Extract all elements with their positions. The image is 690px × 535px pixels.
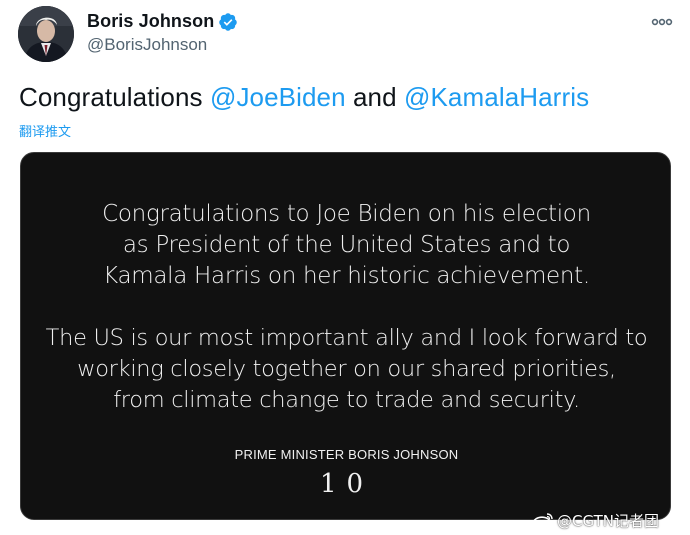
statement-line: working closely together on our shared p…	[77, 356, 616, 382]
mention-joebiden-link[interactable]: @JoeBiden	[210, 82, 346, 112]
tweet-text-part: and	[345, 82, 404, 112]
statement-line: The US is our most important ally and I …	[45, 325, 648, 351]
mention-kamalaharris-link[interactable]: @KamalaHarris	[404, 82, 589, 112]
tweet-text: Congratulations @JoeBiden and @KamalaHar…	[19, 82, 589, 113]
statement-line: as President of the United States and to	[122, 232, 571, 258]
tweet-media-image[interactable]: Congratulations to Joe Biden on his elec…	[20, 152, 671, 520]
author-name-row: Boris Johnson	[87, 11, 238, 32]
translate-tweet-link[interactable]: 翻译推文	[19, 121, 71, 140]
statement-paragraph-1: Congratulations to Joe Biden on his elec…	[21, 199, 672, 292]
verified-badge-icon	[218, 12, 238, 32]
author-display-name[interactable]: Boris Johnson	[87, 11, 214, 32]
weibo-icon	[532, 512, 553, 530]
avatar[interactable]	[18, 6, 74, 62]
statement-line: Kamala Harris on her historic achievemen…	[103, 263, 590, 289]
profile-photo-icon	[18, 6, 74, 62]
statement-line: from climate change to trade and securit…	[113, 387, 580, 413]
tweet-screenshot: Boris Johnson @BorisJohnson Congratulati…	[0, 0, 690, 535]
tweet-text-part: Congratulations	[19, 82, 210, 112]
author-handle[interactable]: @BorisJohnson	[87, 35, 207, 55]
watermark: @CGTN记者团	[532, 510, 659, 531]
signature: PRIME MINISTER BORIS JOHNSON	[234, 447, 459, 462]
statement-line: Congratulations to Joe Biden on his elec…	[102, 201, 591, 227]
statement-paragraph-2: The US is our most important ally and I …	[21, 323, 672, 416]
watermark-text: @CGTN记者团	[557, 512, 659, 530]
more-options-icon[interactable]	[650, 10, 674, 34]
number-10-emblem: 10	[319, 469, 374, 499]
